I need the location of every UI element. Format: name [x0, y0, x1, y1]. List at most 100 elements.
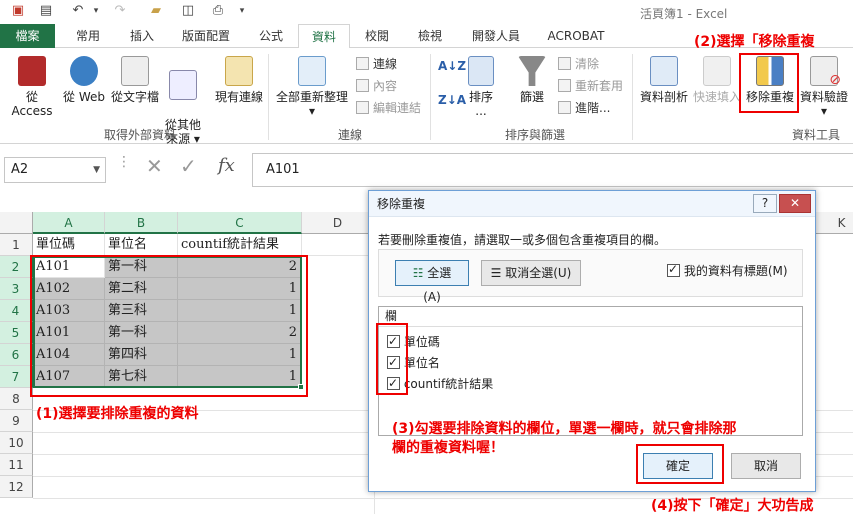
refresh-icon — [298, 56, 326, 86]
row-header-4[interactable]: 4 — [0, 300, 33, 322]
tab-formulas[interactable]: 公式 — [248, 24, 294, 48]
confirm-entry-icon[interactable]: ✓ — [180, 154, 197, 178]
tab-home[interactable]: 常用 — [63, 24, 113, 48]
name-box[interactable]: A2 ▼ — [4, 157, 106, 183]
flash-fill-button[interactable]: 快速填入 — [692, 56, 742, 104]
row-header-2[interactable]: 2 — [0, 256, 33, 278]
annotation-box-ok — [636, 444, 724, 484]
row-header-12[interactable]: 12 — [0, 476, 33, 498]
customize-toolbar-icon[interactable]: ▾ — [232, 6, 252, 16]
sort-asc-icon[interactable]: A↓Z — [438, 58, 466, 74]
clear-filter-button[interactable]: 清除 — [558, 56, 599, 72]
reapply-button[interactable]: 重新套用 — [558, 78, 623, 94]
ribbon-separator — [268, 54, 269, 140]
annotation-step4: (4)按下「確定」大功告成 — [651, 498, 814, 514]
column-header-d[interactable]: D — [302, 212, 374, 234]
annotation-box-checkboxes — [376, 323, 408, 395]
existing-connections-button[interactable]: 現有連線 — [212, 56, 266, 104]
row-header-7[interactable]: 7 — [0, 366, 33, 388]
from-web-button[interactable]: 從 Web — [62, 56, 106, 104]
group-label-sort-filter: 排序與篩選 — [504, 128, 565, 142]
columns-list: 欄 單位碼 單位名 countif統計結果 — [378, 306, 803, 436]
column-header-a[interactable]: A — [33, 212, 105, 234]
insert-function-icon[interactable]: fx — [218, 155, 235, 176]
from-access-button[interactable]: 從 Access — [4, 56, 60, 118]
tab-view[interactable]: 檢視 — [408, 24, 452, 48]
sort-dialog-icon — [468, 56, 494, 86]
row-header-6[interactable]: 6 — [0, 344, 33, 366]
sort-button[interactable]: 排序 ... — [464, 56, 498, 118]
title-bar: ▣ ▤ ↶ ▾ ↷ ▰ ◫ ⎙ ▾ 活頁簿1 - Excel — [0, 0, 853, 24]
column-header-k[interactable]: K — [830, 212, 853, 234]
connections-button[interactable]: 連線 — [356, 56, 397, 72]
other-sources-icon — [169, 70, 197, 100]
cell-b1[interactable]: 單位名 — [105, 234, 178, 256]
help-button[interactable]: ? — [753, 194, 777, 213]
column-header-b[interactable]: B — [105, 212, 178, 234]
ribbon-separator — [430, 54, 431, 140]
sort-desc-icon[interactable]: Z↓A — [438, 92, 466, 108]
cell-a1[interactable]: 單位碼 — [33, 234, 105, 256]
group-label-data-tools: 資料工具 — [791, 128, 840, 142]
web-globe-icon — [70, 56, 98, 86]
row-header-10[interactable]: 10 — [0, 432, 33, 454]
select-all-icon: ☷ — [412, 266, 424, 280]
data-validation-icon: ⊘ — [810, 56, 841, 87]
unselect-all-button[interactable]: ☰ 取消全選(U) — [481, 260, 581, 286]
close-button[interactable]: ✕ — [779, 194, 811, 213]
excel-logo-icon: ▣ — [11, 3, 25, 18]
access-icon — [18, 56, 46, 86]
filter-button[interactable]: 篩選 — [512, 56, 552, 104]
properties-button[interactable]: 內容 — [356, 78, 397, 94]
row-header-1[interactable]: 1 — [0, 234, 33, 256]
dialog-title: 移除重複 — [369, 191, 815, 217]
cancel-button[interactable]: 取消 — [731, 453, 801, 479]
annotation-step3-line2: 欄的重複資料喔！ — [392, 440, 504, 456]
row-header-3[interactable]: 3 — [0, 278, 33, 300]
tab-review[interactable]: 校閱 — [356, 24, 398, 48]
formula-input[interactable]: A101 — [252, 153, 853, 187]
cell-c1[interactable]: countif統計結果 — [178, 234, 302, 256]
advanced-icon — [558, 101, 571, 114]
group-label-connections: 連線 — [337, 128, 362, 142]
print-preview-icon[interactable]: ◫ — [178, 3, 198, 18]
select-all-corner[interactable] — [0, 212, 33, 234]
from-text-button[interactable]: 從文字檔 — [108, 56, 162, 104]
undo-dropdown-icon[interactable]: ▾ — [86, 6, 106, 16]
row-header-9[interactable]: 9 — [0, 410, 33, 432]
column-header-c[interactable]: C — [178, 212, 302, 234]
save-icon[interactable]: ▤ — [36, 3, 56, 18]
has-headers-checkbox-box[interactable] — [667, 262, 680, 277]
data-validation-button[interactable]: ⊘ 資料驗證 ▾ — [798, 56, 850, 118]
flash-fill-icon — [703, 56, 731, 86]
tab-data[interactable]: 資料 — [298, 24, 350, 49]
text-to-columns-icon — [650, 56, 678, 86]
open-folder-icon[interactable]: ▰ — [146, 3, 166, 18]
name-box-dropdown-icon[interactable]: ▼ — [93, 158, 100, 182]
filter-funnel-icon — [518, 56, 546, 86]
has-headers-checkbox[interactable]: 我的資料有標題(M) — [667, 262, 788, 279]
clear-icon — [558, 57, 571, 70]
advanced-filter-button[interactable]: 進階... — [558, 100, 610, 116]
reapply-icon — [558, 79, 571, 92]
dialog-instruction: 若要刪除重複值，請選取一或多個包含重複項目的欄。 — [378, 233, 667, 247]
row-header-11[interactable]: 11 — [0, 454, 33, 476]
tab-file[interactable]: 檔案 — [0, 24, 55, 48]
row-header-8[interactable]: 8 — [0, 388, 33, 410]
cell-d1[interactable] — [302, 234, 374, 256]
tab-acrobat[interactable]: ACROBAT — [540, 24, 612, 48]
refresh-all-button[interactable]: 全部重新整理 ▾ — [272, 56, 352, 118]
undo-icon[interactable]: ↶ — [68, 3, 88, 18]
text-to-columns-button[interactable]: 資料剖析 — [636, 56, 692, 104]
print-icon[interactable]: ⎙ — [208, 3, 228, 18]
edit-links-button[interactable]: 編輯連結 — [356, 100, 421, 116]
select-all-button[interactable]: ☷ 全選(A) — [395, 260, 469, 304]
cancel-entry-icon[interactable]: ✕ — [146, 154, 163, 178]
ribbon-separator — [632, 54, 633, 140]
redo-icon[interactable]: ↷ — [110, 3, 130, 18]
tab-page-layout[interactable]: 版面配置 — [172, 24, 240, 48]
tab-developer[interactable]: 開發人員 — [462, 24, 530, 48]
annotation-step1: (1)選擇要排除重複的資料 — [36, 406, 199, 422]
tab-insert[interactable]: 插入 — [118, 24, 166, 48]
row-header-5[interactable]: 5 — [0, 322, 33, 344]
